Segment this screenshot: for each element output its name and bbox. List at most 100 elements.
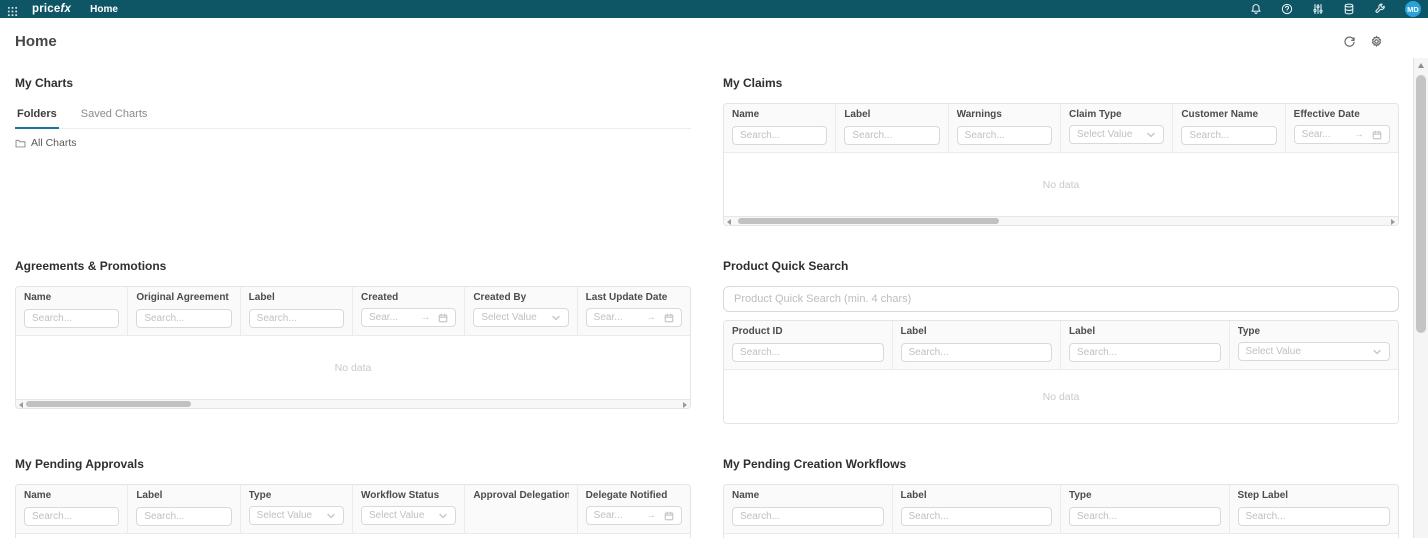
filter-created-by-select[interactable]: Select Value [473,308,568,327]
table-body: No data [16,533,690,538]
column-effective-date: Effective Date Sear... → [1286,104,1398,152]
filter-name-input[interactable] [732,507,884,526]
filter-type-select[interactable]: Select Value [1238,342,1391,361]
column-customer-name: Customer Name [1173,104,1285,152]
panel-title: My Pending Approvals [15,457,691,471]
product-quick-search-panel: Product Quick Search Product ID Label La… [723,259,1399,424]
filter-label-input[interactable] [901,343,1053,362]
help-icon[interactable] [1281,3,1293,15]
horizontal-scrollbar[interactable] [16,399,690,408]
pending-approvals-table: Name Label Type Select Value [15,484,691,538]
scrollbar-thumb[interactable] [738,218,999,224]
my-charts-tabs: Folders Saved Charts [15,103,691,129]
my-claims-panel: My Claims Name Label Warnings [723,76,1399,226]
filter-product-id-input[interactable] [732,343,884,362]
user-avatar[interactable]: MD [1405,1,1421,17]
refresh-icon[interactable] [1343,35,1356,48]
page-header: Home [0,18,1428,50]
folder-icon [15,138,26,149]
tab-folders[interactable]: Folders [15,103,59,129]
column-label-2: Label [1061,321,1230,369]
sliders-icon[interactable] [1312,3,1324,15]
scrollbar-thumb[interactable] [1416,75,1426,333]
arrow-right-icon: → [1354,129,1364,140]
column-created: Created Sear... → [353,287,465,335]
filter-claim-type-select[interactable]: Select Value [1069,125,1164,144]
filter-delegate-notified-range[interactable]: Sear... → [586,506,682,525]
product-quick-search-table: Product ID Label Label Type Sele [723,320,1399,424]
pending-approvals-panel: My Pending Approvals Name Label Type Sel [15,457,691,538]
app-window: pricefx Home MD Home [0,0,1428,538]
column-warnings: Warnings [949,104,1061,152]
column-name: Name [724,104,836,152]
tab-saved-charts[interactable]: Saved Charts [79,103,150,128]
column-type: Type [1061,485,1230,533]
filter-customer-name-input[interactable] [1181,126,1276,145]
pricefx-logo[interactable]: pricefx [32,3,71,15]
scroll-left-arrow[interactable] [727,219,731,225]
chevron-down-icon [438,511,448,521]
filter-name-input[interactable] [732,126,827,145]
filter-last-update-date-range[interactable]: Sear... → [586,308,682,327]
folder-item-all-charts[interactable]: All Charts [15,137,691,149]
filter-label-input[interactable] [249,309,344,328]
apps-grid-icon[interactable] [7,4,18,15]
filter-effective-date-range[interactable]: Sear... → [1294,125,1390,144]
column-type: Type Select Value [241,485,353,533]
filter-label-input[interactable] [136,507,231,526]
filter-created-date-range[interactable]: Sear... → [361,308,456,327]
arrow-right-icon: → [646,510,656,521]
wrench-icon[interactable] [1374,3,1386,15]
column-type: Type Select Value [1230,321,1399,369]
filter-label-input[interactable] [844,126,939,145]
no-data-text: No data [335,362,372,374]
column-claim-type: Claim Type Select Value [1061,104,1173,152]
agreements-table: Name Original Agreement ... Label Create… [15,286,691,409]
chevron-down-icon [551,313,561,323]
no-data-text: No data [1043,179,1080,191]
scroll-right-arrow[interactable] [1391,219,1395,225]
column-workflow-status: Workflow Status Select Value [353,485,465,533]
filter-workflow-status-select[interactable]: Select Value [361,506,456,525]
calendar-icon [1372,130,1382,140]
column-product-id: Product ID [724,321,893,369]
filter-name-input[interactable] [24,309,119,328]
database-icon[interactable] [1343,3,1355,15]
column-name: Name [724,485,893,533]
column-label: Label [893,485,1062,533]
product-quick-search-input[interactable] [723,286,1399,312]
column-original-agreement: Original Agreement ... [128,287,240,335]
topbar-actions: MD [1250,1,1421,17]
column-label: Label [893,321,1062,369]
scrollbar-thumb[interactable] [26,401,191,407]
filter-type-input[interactable] [1069,507,1221,526]
panel-title: My Charts [15,76,691,90]
creation-workflows-table: Name Label Type Step Label [723,484,1399,538]
filter-original-agreement-input[interactable] [136,309,231,328]
column-approval-delegation: Approval Delegation [465,485,577,533]
calendar-icon [664,511,674,521]
filter-warnings-input[interactable] [957,126,1052,145]
scroll-left-arrow[interactable] [19,402,23,408]
no-data-text: No data [1043,391,1080,403]
table-body: No data [724,152,1398,216]
scroll-up-arrow[interactable] [1418,63,1424,68]
table-body: No data [16,335,690,399]
dashboard-grid: My Charts Folders Saved Charts All Chart… [0,50,1428,538]
gear-icon[interactable] [1370,35,1383,48]
page-title: Home [15,33,57,50]
topbar-nav-home[interactable]: Home [90,4,118,15]
notifications-bell-icon[interactable] [1250,3,1262,15]
filter-label-input[interactable] [901,507,1053,526]
filter-step-label-input[interactable] [1238,507,1391,526]
filter-name-input[interactable] [24,507,119,526]
panel-title: Product Quick Search [723,259,1399,273]
vertical-scrollbar[interactable] [1413,58,1428,538]
filter-type-select[interactable]: Select Value [249,506,344,525]
folder-item-label: All Charts [31,137,77,149]
scroll-right-arrow[interactable] [683,402,687,408]
horizontal-scrollbar[interactable] [724,216,1398,225]
my-claims-table: Name Label Warnings Claim Type S [723,103,1399,226]
filter-label-2-input[interactable] [1069,343,1221,362]
panel-title: My Claims [723,76,1399,90]
